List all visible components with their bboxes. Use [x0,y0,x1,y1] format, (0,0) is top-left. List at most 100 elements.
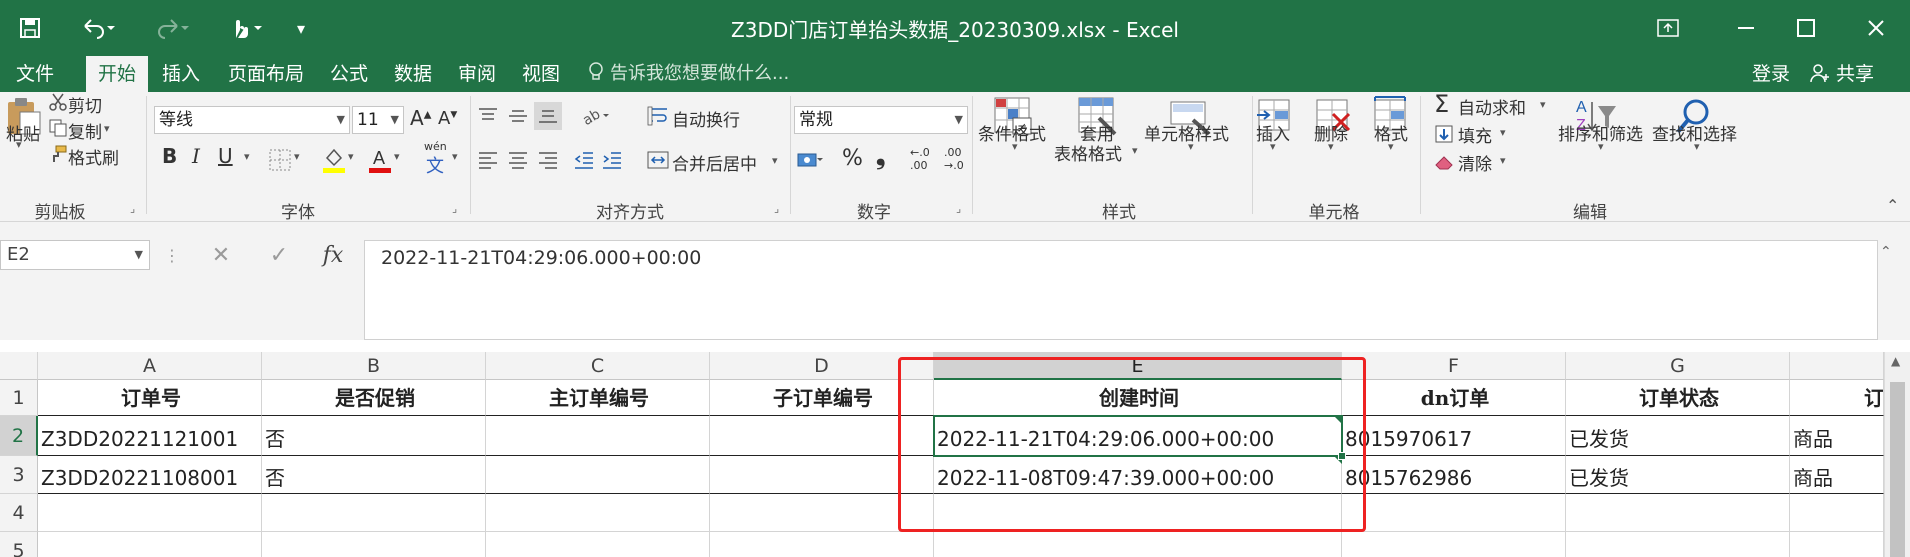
tell-me-box[interactable]: 告诉我您想要做什么... [588,56,789,92]
cell-e1[interactable]: 创建时间 [934,380,1342,416]
error-indicator-icon[interactable] [1334,416,1342,424]
tab-review[interactable]: 审阅 [446,56,508,92]
clear-button[interactable]: 清除 [1458,150,1492,175]
paste-dropdown-icon[interactable]: ▾ [16,138,22,151]
cell-c5[interactable] [486,532,710,557]
borders-icon[interactable] [268,148,292,172]
delete-dropdown-icon[interactable]: ▾ [1328,140,1334,153]
tab-data[interactable]: 数据 [382,56,444,92]
align-bottom-icon[interactable] [534,102,562,130]
fill-color-dropdown-icon[interactable]: ▾ [348,150,354,163]
fill-handle[interactable] [1338,452,1346,460]
cell-f3[interactable]: 8015762986 [1342,456,1566,494]
cell-f2[interactable]: 8015970617 [1342,416,1566,456]
cell-d3[interactable] [710,456,934,494]
fill-dropdown-icon[interactable]: ▾ [1500,126,1506,139]
login-button[interactable]: 登录 [1752,56,1790,92]
clear-dropdown-icon[interactable]: ▾ [1500,154,1506,167]
align-left-icon[interactable] [476,148,500,172]
cell-g4[interactable] [1566,494,1790,532]
collapse-formula-bar-icon[interactable]: ⌃ [1880,244,1892,260]
cell-c4[interactable] [486,494,710,532]
align-middle-icon[interactable] [506,104,530,128]
format-table-dropdown-icon[interactable]: ▾ [1132,144,1138,157]
cut-button[interactable]: 剪切 [68,92,102,117]
format-painter-icon[interactable] [48,144,68,164]
wrap-text-button[interactable]: 自动换行 [672,106,740,131]
minimize-icon[interactable] [1718,8,1774,48]
insert-function-icon[interactable]: fx [316,240,350,270]
cell-h3[interactable]: 商品 [1790,456,1884,494]
row-header-1[interactable]: 1 [0,380,38,416]
cell-f5[interactable] [1342,532,1566,557]
orientation-icon[interactable]: ab [580,104,612,128]
merge-center-button[interactable]: 合并后居中 [672,150,757,175]
cell-e5[interactable] [934,532,1342,557]
align-center-icon[interactable] [506,148,530,172]
phonetic-guide-button[interactable]: 文 [426,152,444,178]
scroll-up-icon[interactable]: ▲ [1891,354,1900,368]
cell-d1[interactable]: 子订单编号 [710,380,934,416]
row-header-2[interactable]: 2 [0,416,38,456]
accounting-format-icon[interactable] [796,148,824,172]
cell-a2[interactable]: Z3DD20221121001 [38,416,262,456]
cell-g2[interactable]: 已发货 [1566,416,1790,456]
cell-e4[interactable] [934,494,1342,532]
bold-button[interactable]: B [162,144,177,168]
cell-d5[interactable] [710,532,934,557]
column-header-a[interactable]: A [38,352,262,380]
cell-h2[interactable]: 商品 [1790,416,1884,456]
merge-dropdown-icon[interactable]: ▾ [772,154,778,167]
cell-a4[interactable] [38,494,262,532]
sigma-icon[interactable]: Σ [1434,90,1449,118]
column-header-g[interactable]: G [1566,352,1790,380]
tab-home[interactable]: 开始 [86,56,148,92]
cell-d2[interactable] [710,416,934,456]
cell-b5[interactable] [262,532,486,557]
tab-insert[interactable]: 插入 [150,56,212,92]
cell-styles-dropdown-icon[interactable]: ▾ [1188,140,1194,153]
font-size-combo[interactable]: 11 ▼ [352,106,404,134]
align-top-icon[interactable] [476,104,500,128]
italic-button[interactable]: I [192,144,200,168]
cell-f1[interactable]: dn订单 [1342,380,1566,416]
align-right-icon[interactable] [536,148,560,172]
cell-c1[interactable]: 主订单编号 [486,380,710,416]
cell-h4[interactable] [1790,494,1884,532]
cell-h5[interactable] [1790,532,1884,557]
tab-formulas[interactable]: 公式 [318,56,380,92]
merge-center-icon[interactable] [646,148,670,172]
find-select-dropdown-icon[interactable]: ▾ [1694,140,1700,153]
select-all-corner[interactable] [0,352,38,380]
tab-file[interactable]: 文件 [0,56,70,92]
column-header-b[interactable]: B [262,352,486,380]
vertical-scrollbar[interactable]: ▲ [1884,352,1910,557]
column-header-f[interactable]: F [1342,352,1566,380]
number-format-combo[interactable]: 常规 ▼ [794,106,968,134]
grow-font-button[interactable]: A▲ [410,106,431,130]
alignment-launcher-icon[interactable]: ⌟ [774,202,779,215]
cell-e2[interactable]: 2022-11-21T04:29:06.000+00:00 [934,416,1342,456]
fill-color-icon[interactable] [322,146,346,174]
increase-indent-icon[interactable] [600,148,624,172]
increase-decimal-button[interactable]: ←.0 .00 [910,146,930,172]
conditional-dropdown-icon[interactable]: ▾ [1012,140,1018,153]
row-header-4[interactable]: 4 [0,494,38,532]
copy-button[interactable]: 复制 [68,118,102,143]
cell-g3[interactable]: 已发货 [1566,456,1790,494]
cell-g5[interactable] [1566,532,1790,557]
share-button[interactable]: 共享 [1810,56,1874,92]
decrease-indent-icon[interactable] [572,148,596,172]
decrease-decimal-button[interactable]: .00 →.0 [944,146,964,172]
phonetic-dropdown-icon[interactable]: ▾ [452,150,458,163]
formula-input[interactable]: 2022-11-21T04:29:06.000+00:00 [364,240,1878,340]
clipboard-launcher-icon[interactable]: ⌟ [130,202,135,215]
number-launcher-icon[interactable]: ⌟ [956,202,961,215]
format-dropdown-icon[interactable]: ▾ [1388,140,1394,153]
cell-a1[interactable]: 订单号 [38,380,262,416]
cell-e3[interactable]: 2022-11-08T09:47:39.000+00:00 [934,456,1342,494]
ribbon-display-options-icon[interactable] [1640,8,1696,48]
tab-page-layout[interactable]: 页面布局 [216,56,316,92]
row-header-3[interactable]: 3 [0,456,38,494]
column-header-d[interactable]: D [710,352,934,380]
